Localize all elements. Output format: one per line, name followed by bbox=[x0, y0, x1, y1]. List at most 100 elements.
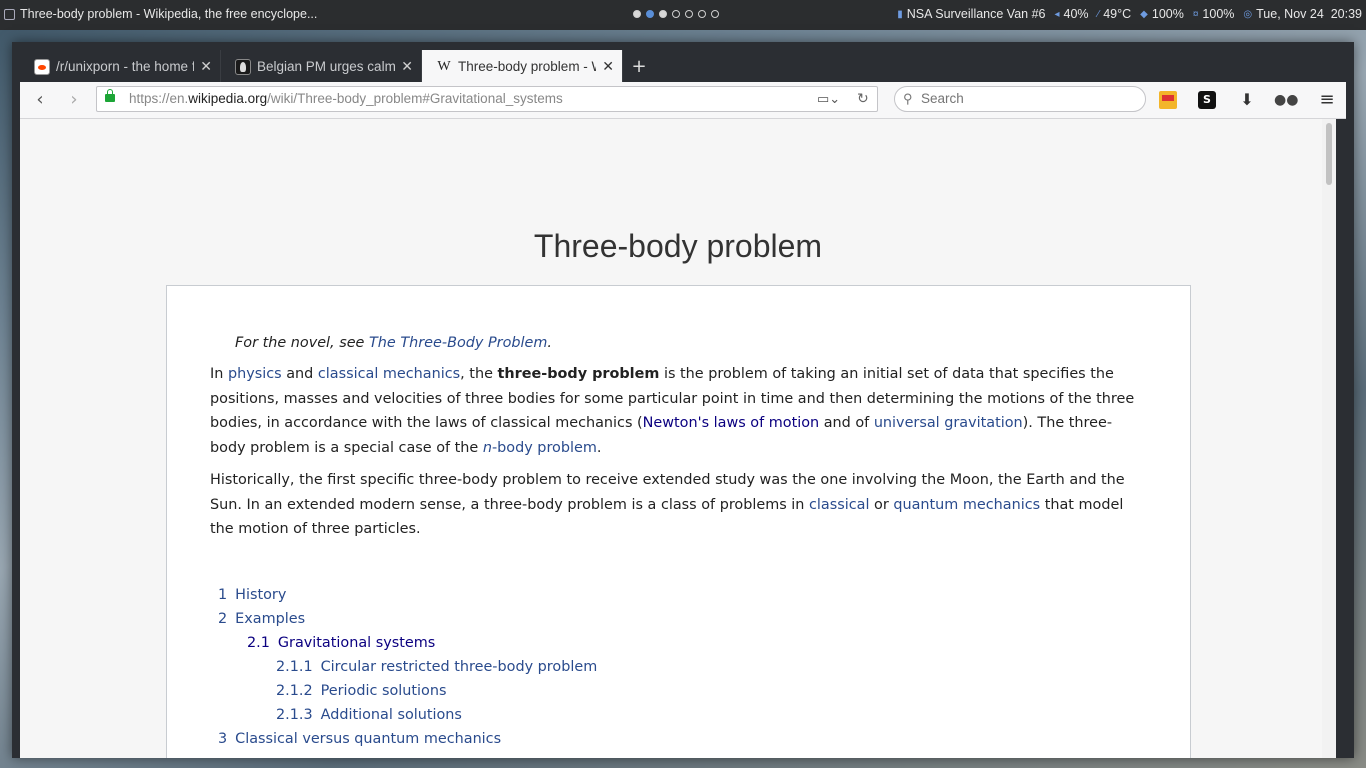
brightness-icon: ◆ bbox=[1140, 8, 1148, 20]
reddit-icon bbox=[34, 59, 50, 75]
battery-value: 100% bbox=[1202, 7, 1235, 21]
network-status[interactable]: ▮ NSA Surveillance Van #6 bbox=[897, 7, 1045, 21]
text: and bbox=[281, 366, 318, 382]
tab-bar: /r/unixporn - the home f... ✕ Belgian PM… bbox=[20, 50, 1346, 82]
text: or bbox=[869, 496, 894, 513]
download-icon[interactable]: ⬇ bbox=[1238, 91, 1256, 109]
workspace-4[interactable] bbox=[672, 10, 680, 18]
hamburger-menu-icon[interactable]: ≡ bbox=[1318, 91, 1336, 109]
window-title-text: Three-body problem - Wikipedia, the free… bbox=[20, 7, 318, 21]
toc-number: 2.1.1 bbox=[276, 659, 313, 675]
new-tab-button[interactable]: + bbox=[623, 50, 655, 82]
toc-number: 1 bbox=[218, 587, 228, 603]
url-domain: wikipedia.org bbox=[188, 91, 268, 106]
search-icon: ⚲ bbox=[903, 91, 913, 106]
workspace-1[interactable] bbox=[633, 10, 641, 18]
workspace-3[interactable] bbox=[659, 10, 667, 18]
battery-status: ¤ 100% bbox=[1193, 7, 1235, 21]
window-icon bbox=[4, 8, 15, 20]
reload-icon[interactable]: ↻ bbox=[857, 90, 869, 107]
link-n-body-problem[interactable]: n-body problem bbox=[483, 440, 597, 456]
volume-value: 40% bbox=[1063, 7, 1089, 21]
toc-number: 2.1 bbox=[247, 635, 270, 651]
toc-number: 2 bbox=[218, 611, 228, 627]
brightness-status[interactable]: ◆ 100% bbox=[1140, 7, 1184, 21]
system-tray: ▮ NSA Surveillance Van #6 ◂ 40% ⁄ 49°C ◆ 100… bbox=[897, 7, 1362, 21]
workspace-5[interactable] bbox=[685, 10, 693, 18]
arrow-left-icon: ‹ bbox=[36, 89, 44, 110]
volume-status[interactable]: ◂ 40% bbox=[1055, 7, 1089, 21]
bold-term: three-body problem bbox=[497, 366, 660, 382]
article-body: For the novel, see The Three-Body Proble… bbox=[166, 285, 1191, 758]
system-top-bar: Three-body problem - Wikipedia, the free… bbox=[0, 0, 1366, 30]
arrow-right-icon: › bbox=[70, 89, 78, 110]
tab-wikipedia[interactable]: W Three-body problem - Wi... ✕ bbox=[422, 50, 623, 82]
text: , the bbox=[460, 366, 498, 382]
hatnote: For the novel, see The Three-Body Proble… bbox=[235, 331, 552, 356]
link-quantum-mechanics[interactable]: quantum mechanics bbox=[893, 497, 1040, 513]
close-icon[interactable]: ✕ bbox=[401, 58, 413, 75]
extension-flag-icon[interactable] bbox=[1159, 91, 1177, 109]
page-title: Three-body problem bbox=[533, 228, 823, 264]
toc-item-circular-restricted[interactable]: 2.1.1 Circular restricted three-body prob… bbox=[276, 655, 597, 679]
intro-paragraph-2: Historically, the first specific three-b… bbox=[210, 468, 1145, 542]
brightness-value: 100% bbox=[1151, 7, 1184, 21]
temperature-status: ⁄ 49°C bbox=[1098, 7, 1132, 21]
tab-reddit[interactable]: /r/unixporn - the home f... ✕ bbox=[20, 50, 221, 82]
reader-view-icon[interactable]: ▭⌄ bbox=[817, 91, 840, 107]
toc-item-classical-vs-quantum[interactable]: 3 Classical versus quantum mechanics bbox=[218, 727, 597, 751]
address-bar[interactable]: https://en.wikipedia.org/wiki/Three-body… bbox=[96, 86, 878, 112]
toc-label: History bbox=[235, 587, 287, 603]
toc-label: Periodic solutions bbox=[320, 683, 447, 699]
workspace-7[interactable] bbox=[711, 10, 719, 18]
hatnote-link[interactable]: The Three-Body Problem bbox=[369, 335, 547, 351]
private-mask-icon[interactable]: ●● bbox=[1274, 91, 1298, 109]
datetime-value: Tue, Nov 24 20:39 bbox=[1256, 7, 1362, 21]
browser-window: /r/unixporn - the home f... ✕ Belgian PM… bbox=[12, 42, 1354, 758]
navigation-toolbar: ‹ › https://en.wikipedia.org/wiki/Three-… bbox=[20, 82, 1346, 119]
toc-item-periodic-solutions[interactable]: 2.1.2 Periodic solutions bbox=[276, 679, 597, 703]
link-classical-mechanics[interactable]: classical mechanics bbox=[318, 366, 460, 382]
clock[interactable]: ◎ Tue, Nov 24 20:39 bbox=[1243, 7, 1362, 21]
active-window-title: Three-body problem - Wikipedia, the free… bbox=[4, 7, 317, 21]
workspace-2[interactable] bbox=[646, 10, 654, 18]
url-prefix: https://en. bbox=[129, 91, 189, 106]
vertical-scrollbar[interactable] bbox=[1322, 119, 1336, 758]
link-universal-gravitation[interactable]: universal gravitation bbox=[874, 415, 1023, 431]
toc-label: Additional solutions bbox=[320, 707, 462, 723]
url-path: /wiki/Three-body_problem#Gravitational_s… bbox=[267, 91, 563, 106]
toc-number: 3 bbox=[218, 731, 228, 747]
search-box[interactable]: ⚲ bbox=[894, 86, 1146, 112]
clock-icon: ◎ bbox=[1243, 8, 1253, 20]
link-physics[interactable]: physics bbox=[228, 366, 282, 382]
link-n-body-rest: -body problem bbox=[491, 439, 597, 456]
thermometer-icon: ⁄ bbox=[1097, 8, 1100, 20]
toc-label: Gravitational systems bbox=[277, 635, 436, 651]
extension-s-icon[interactable]: S bbox=[1198, 91, 1216, 109]
tab-news[interactable]: Belgian PM urges calm, ... ✕ bbox=[221, 50, 422, 82]
tab-label: Belgian PM urges calm, ... bbox=[257, 58, 396, 74]
toc-item-history[interactable]: 1 History bbox=[218, 583, 597, 607]
search-input[interactable] bbox=[919, 90, 1133, 107]
scrollbar-thumb[interactable] bbox=[1326, 123, 1332, 185]
forward-button[interactable]: › bbox=[64, 90, 84, 110]
hatnote-suffix: . bbox=[547, 335, 552, 351]
page-viewport: Three-body problem For the novel, see Th… bbox=[20, 119, 1336, 758]
toc-item-gravitational-systems[interactable]: 2.1 Gravitational systems bbox=[247, 631, 597, 655]
close-icon[interactable]: ✕ bbox=[602, 58, 614, 75]
back-button[interactable]: ‹ bbox=[30, 90, 50, 110]
link-classical[interactable]: classical bbox=[809, 497, 869, 513]
toc-item-examples[interactable]: 2 Examples bbox=[218, 607, 597, 631]
workspace-6[interactable] bbox=[698, 10, 706, 18]
toc-number: 2.1.2 bbox=[276, 683, 313, 699]
toc-number: 2.1.3 bbox=[276, 707, 313, 723]
link-n-body-n: n bbox=[482, 439, 492, 456]
network-name: NSA Surveillance Van #6 bbox=[906, 7, 1046, 21]
close-icon[interactable]: ✕ bbox=[200, 58, 212, 75]
url-text[interactable]: https://en.wikipedia.org/wiki/Three-body… bbox=[129, 91, 563, 106]
wifi-icon: ▮ bbox=[897, 8, 903, 20]
hatnote-text: For the novel, see bbox=[235, 335, 369, 351]
link-newtons-laws[interactable]: Newton's laws of motion bbox=[643, 415, 819, 431]
toc-label: Classical versus quantum mechanics bbox=[235, 731, 502, 747]
toc-item-additional-solutions[interactable]: 2.1.3 Additional solutions bbox=[276, 703, 597, 727]
